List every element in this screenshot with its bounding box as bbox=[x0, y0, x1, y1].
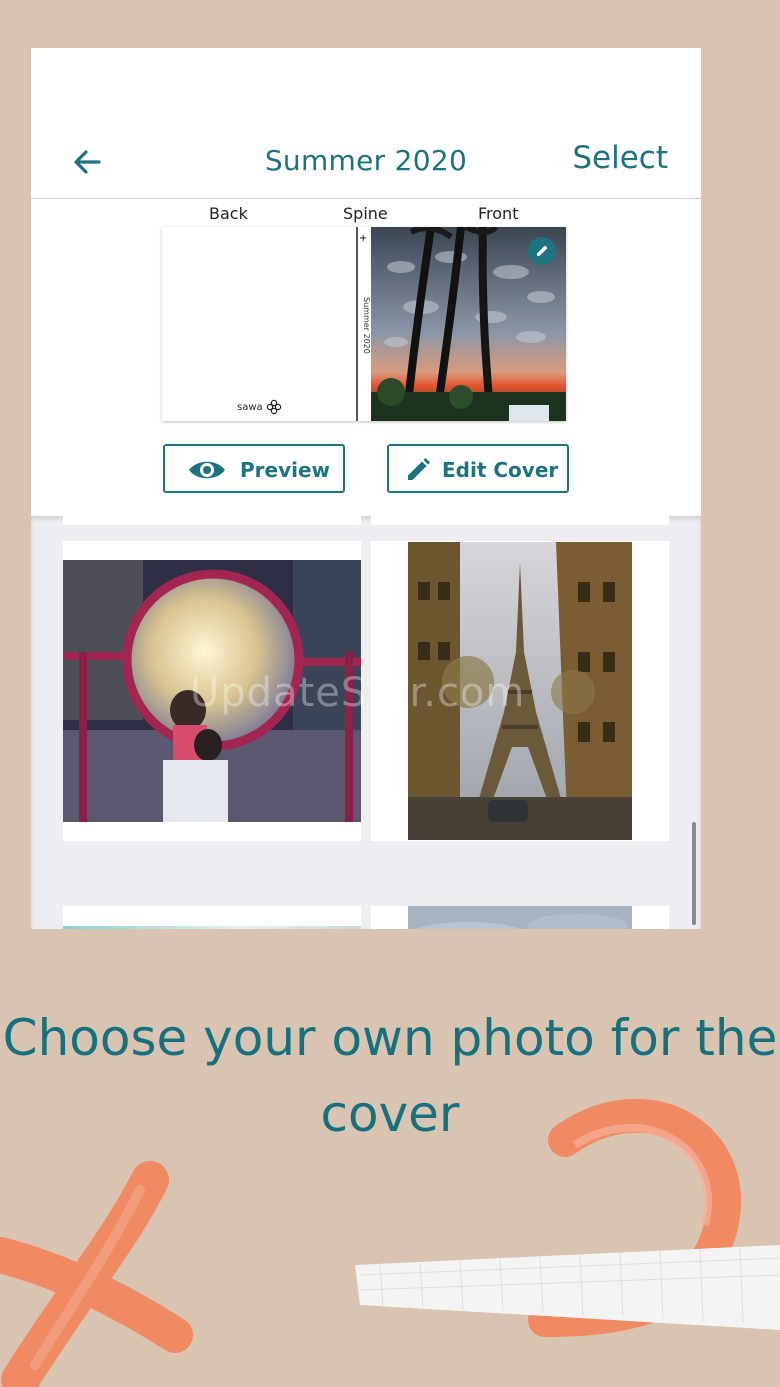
cloudy-sky-photo bbox=[408, 906, 632, 929]
x-brush-stroke bbox=[0, 1161, 193, 1387]
photo-grid bbox=[31, 516, 701, 929]
photo-card[interactable] bbox=[371, 906, 669, 929]
sawa-logo: sawa bbox=[237, 399, 282, 415]
preview-button[interactable]: Preview bbox=[163, 444, 345, 493]
front-label: Front bbox=[478, 204, 519, 223]
back-label: Back bbox=[209, 204, 248, 223]
mirror-kids-photo bbox=[63, 560, 361, 822]
sky-tree-photo bbox=[63, 926, 361, 929]
edit-cover-badge[interactable] bbox=[528, 237, 556, 265]
back-cover-panel: sawa bbox=[162, 227, 356, 421]
caption-text: Choose your own photo for the cover bbox=[2, 1009, 778, 1143]
edit-cover-label: Edit Cover bbox=[442, 458, 559, 482]
app-screenshot: Summer 2020 Select Back Spine Front sawa… bbox=[31, 48, 701, 929]
select-button[interactable]: Select bbox=[572, 140, 668, 176]
eye-icon bbox=[189, 461, 225, 479]
photo-card-partial bbox=[63, 516, 361, 525]
book-cover[interactable]: sawa + Summer 2020 bbox=[162, 227, 566, 421]
photo-card[interactable] bbox=[63, 906, 361, 929]
sawa-flower-icon bbox=[266, 399, 282, 415]
scrollbar[interactable] bbox=[692, 822, 696, 925]
front-cover-photo[interactable] bbox=[371, 227, 566, 421]
photo-card[interactable] bbox=[371, 541, 669, 841]
app-bar: Summer 2020 Select bbox=[31, 48, 701, 199]
pencil-icon bbox=[408, 458, 430, 480]
cover-preview-section: Back Spine Front sawa + Summer 2020 Prev… bbox=[31, 199, 701, 516]
spine-divider bbox=[356, 227, 358, 421]
photo-card[interactable] bbox=[63, 541, 361, 841]
eiffel-tower-photo bbox=[408, 542, 632, 840]
spine-mark: + bbox=[359, 233, 368, 244]
edit-cover-button[interactable]: Edit Cover bbox=[387, 444, 569, 493]
preview-label: Preview bbox=[240, 458, 331, 482]
spine-title: Summer 2020 bbox=[362, 297, 371, 354]
spine-label: Spine bbox=[343, 204, 388, 223]
torn-paper-strip bbox=[355, 1245, 780, 1330]
photo-card-partial bbox=[371, 516, 669, 525]
edit-badge-icon bbox=[537, 245, 548, 256]
